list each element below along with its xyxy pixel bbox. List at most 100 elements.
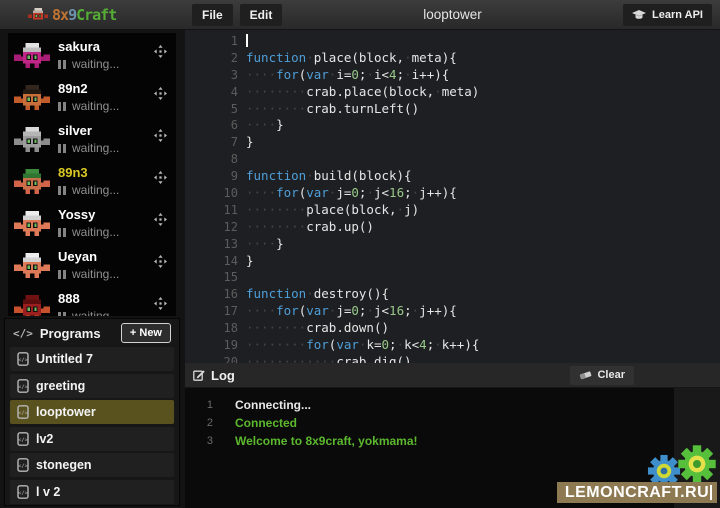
move-player-button[interactable] <box>154 297 168 316</box>
move-player-button[interactable] <box>154 45 168 75</box>
app-logo: 8x9Craft <box>28 0 116 30</box>
line-number: 9 <box>185 168 238 185</box>
log-line-number: 2 <box>185 414 213 432</box>
player-name: 89n2 <box>58 81 154 96</box>
line-number: 8 <box>185 151 238 168</box>
pause-icon <box>58 102 66 111</box>
player-row[interactable]: Ueyan waiting... <box>8 243 176 285</box>
program-file-icon: </> <box>17 405 29 419</box>
log-header: Log Clear <box>185 363 720 388</box>
player-row[interactable]: 888 waiting... <box>8 285 176 316</box>
line-number: 18 <box>185 320 238 337</box>
player-row[interactable]: silver waiting... <box>8 117 176 159</box>
player-status-text: waiting... <box>72 99 119 113</box>
pause-icon <box>58 270 66 279</box>
pause-icon <box>58 60 66 69</box>
clear-log-button[interactable]: Clear <box>570 366 634 385</box>
program-item[interactable]: </>looptower <box>10 400 174 424</box>
pause-icon <box>58 312 66 317</box>
program-file-icon: </> <box>17 352 29 366</box>
crab-avatar <box>14 211 50 238</box>
program-file-icon: </> <box>17 432 29 446</box>
line-number: 16 <box>185 286 238 303</box>
log-message: Welcome to 8x9craft, yokmama! <box>235 432 418 450</box>
new-program-button[interactable]: + New <box>121 323 171 343</box>
code-line: 20············crab.dig() <box>185 354 720 363</box>
player-status: waiting... <box>58 309 154 316</box>
svg-text:</>: </> <box>18 490 29 496</box>
program-name: lv2 <box>36 432 53 446</box>
program-item[interactable]: </>l v 2 <box>10 480 174 504</box>
line-number: 19 <box>185 337 238 354</box>
code-line: 1 <box>185 33 720 50</box>
line-number: 4 <box>185 84 238 101</box>
programs-title: Programs <box>40 326 121 341</box>
player-status: waiting... <box>58 183 154 197</box>
log-message: Connecting... <box>235 396 311 414</box>
graduation-cap-icon <box>632 10 646 20</box>
editor-caret <box>246 34 248 47</box>
move-player-button[interactable] <box>154 171 168 201</box>
player-status: waiting... <box>58 57 154 71</box>
move-player-button[interactable] <box>154 129 168 159</box>
line-number: 5 <box>185 101 238 118</box>
code-line: 18········crab.down() <box>185 320 720 337</box>
player-status: waiting... <box>58 99 154 113</box>
player-status-text: waiting... <box>72 183 119 197</box>
menu-bar: File Edit <box>192 4 282 26</box>
player-status: waiting... <box>58 267 154 281</box>
learn-api-button[interactable]: Learn API <box>623 4 712 26</box>
program-file-icon: </> <box>17 458 29 472</box>
code-line: 9function·build(block){ <box>185 168 720 185</box>
player-list: sakura waiting... 89n2 waiting... silver… <box>8 33 176 316</box>
eraser-icon <box>579 370 592 380</box>
text-cursor <box>710 485 712 500</box>
edit-menu-button[interactable]: Edit <box>240 4 283 26</box>
move-icon <box>154 129 167 142</box>
code-line: 10····for(var·j=0;·j<16;·j++){ <box>185 185 720 202</box>
code-line: 16function·destroy(){ <box>185 286 720 303</box>
code-line: 4········crab.place(block,·meta) <box>185 84 720 101</box>
code-line: 5········crab.turnLeft() <box>185 101 720 118</box>
player-row[interactable]: 89n2 waiting... <box>8 75 176 117</box>
file-menu-button[interactable]: File <box>192 4 233 26</box>
program-name: Untitled 7 <box>36 352 93 366</box>
move-icon <box>154 255 167 268</box>
player-name: sakura <box>58 39 154 54</box>
line-number: 6 <box>185 117 238 134</box>
programs-header: </> Programs + New <box>5 319 179 347</box>
code-line: 8 <box>185 151 720 168</box>
gear-icon <box>676 442 718 486</box>
player-row[interactable]: 89n3 waiting... <box>8 159 176 201</box>
code-line: 7} <box>185 134 720 151</box>
code-line: 6····} <box>185 117 720 134</box>
player-name: 888 <box>58 291 154 306</box>
player-name: Ueyan <box>58 249 154 264</box>
log-line: 3Welcome to 8x9craft, yokmama! <box>185 432 674 450</box>
program-item[interactable]: </> lv2 <box>10 427 174 451</box>
program-file-icon: </> <box>17 379 29 393</box>
move-player-button[interactable] <box>154 87 168 117</box>
watermark-text: LEMONCRAFT.RU <box>565 484 709 502</box>
program-item[interactable]: </>greeting <box>10 374 174 398</box>
move-player-button[interactable] <box>154 255 168 285</box>
crab-logo-icon <box>28 8 48 23</box>
code-editor[interactable]: 12function·place(block,·meta){3····for(v… <box>185 30 720 363</box>
move-player-button[interactable] <box>154 213 168 243</box>
log-message: Connected <box>235 414 297 432</box>
move-icon <box>154 87 167 100</box>
crab-avatar <box>14 127 50 154</box>
crab-avatar <box>14 43 50 70</box>
line-number: 7 <box>185 134 238 151</box>
sidebar: sakura waiting... 89n2 waiting... silver… <box>0 30 185 508</box>
program-item[interactable]: </> Untitled 7 <box>10 347 174 371</box>
line-number: 15 <box>185 269 238 286</box>
player-row[interactable]: sakura waiting... <box>8 33 176 75</box>
player-status: waiting... <box>58 225 154 239</box>
program-file-icon: </> <box>17 485 29 499</box>
program-item[interactable]: </>stonegen <box>10 453 174 477</box>
line-number: 14 <box>185 253 238 270</box>
player-row[interactable]: Yossy waiting... <box>8 201 176 243</box>
code-line: 2function·place(block,·meta){ <box>185 50 720 67</box>
crab-avatar <box>14 169 50 196</box>
